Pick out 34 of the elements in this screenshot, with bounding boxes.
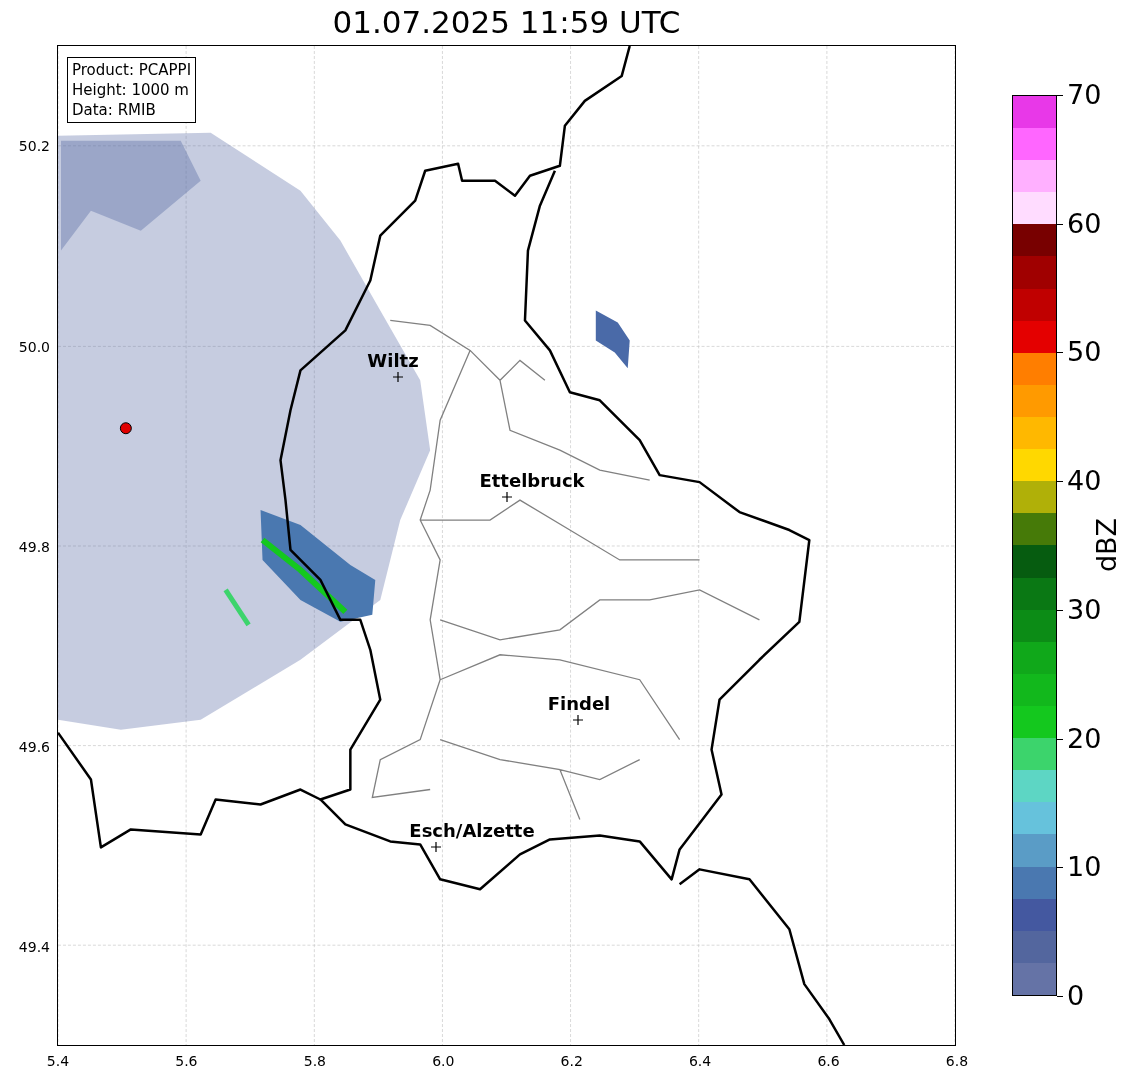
plus-marker-icon	[573, 715, 583, 725]
chart-title: 01.07.2025 11:59 UTC	[331, 3, 682, 42]
colorbar-tick-label: 30	[1067, 594, 1102, 625]
axis-tick-label: 49.6	[18, 739, 50, 755]
info-text: Data: RMIB	[72, 100, 157, 120]
colorbar-tick-label: 60	[1067, 208, 1102, 239]
colorbar-tick-label: 50	[1067, 337, 1102, 368]
plus-marker-icon	[502, 492, 512, 502]
plus-marker-icon	[393, 372, 403, 382]
axis-tick-label: 6.8	[945, 1053, 969, 1069]
axis-tick-label: 49.8	[18, 539, 50, 555]
city-label: Ettelbruck	[479, 471, 585, 491]
colorbar-tick-label: 20	[1067, 723, 1102, 754]
axis-tick-label: 5.4	[46, 1053, 70, 1069]
axis-tick-label: 6.0	[432, 1053, 455, 1069]
axis-tick-label: 50.2	[18, 138, 50, 154]
info-text: Height: 1000 m	[72, 80, 190, 100]
axis-tick-label: 6.4	[688, 1053, 712, 1069]
colorbar-tick-label: 40	[1067, 466, 1102, 497]
city-label: Findel	[547, 694, 611, 714]
axis-tick-label: 50.0	[18, 339, 50, 355]
axis-tick-label: 5.6	[175, 1053, 198, 1069]
colorbar-tick-label: 0	[1067, 981, 1085, 1011]
info-text: Product: PCAPPI	[72, 60, 192, 80]
axis-tick-label: 6.6	[817, 1053, 840, 1069]
colorbar-tick-label: 10	[1067, 852, 1102, 883]
city-label: Esch/Alzette	[409, 821, 535, 841]
axis-tick-label: 49.4	[18, 939, 50, 955]
colorbar-tick-label: 70	[1067, 80, 1102, 110]
city-label: Wiltz	[367, 351, 419, 371]
axis-tick-label: 6.2	[560, 1053, 583, 1069]
colorbar-label: dBZ	[1092, 517, 1122, 573]
plus-marker-icon	[431, 842, 441, 852]
axis-tick-label: 5.8	[303, 1053, 326, 1069]
